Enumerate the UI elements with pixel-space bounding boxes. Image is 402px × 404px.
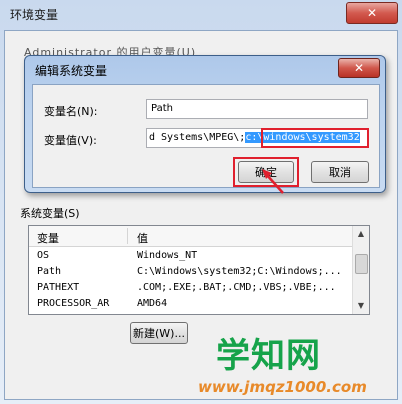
watermark-url: www.jmqz1000.com: [198, 378, 367, 396]
watermark-logo: 学知网: [216, 336, 321, 376]
pointer-arrow-icon: [262, 169, 284, 194]
